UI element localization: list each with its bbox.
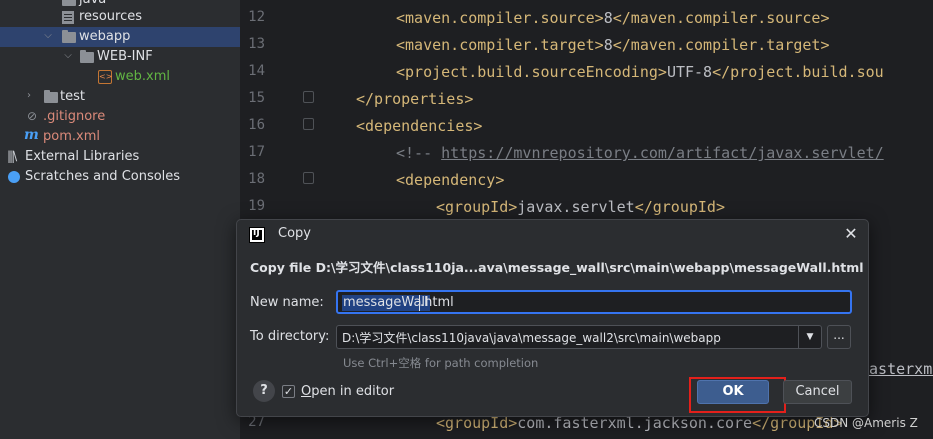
copy-dialog: IJ Copy ✕ Copy file D:\学习文件\class110ja..… <box>236 219 869 417</box>
code-token: <maven.compiler.source> <box>396 9 604 27</box>
chevron-down-icon[interactable]: ⌵ <box>61 50 75 61</box>
intellij-logo-icon: IJ <box>249 227 265 243</box>
close-icon[interactable]: ✕ <box>841 224 861 244</box>
code-token: <maven.compiler.target> <box>396 36 604 54</box>
xml-file-icon: <> <box>98 70 112 84</box>
code-fragment: fasterxml. <box>860 360 933 378</box>
tree-item-scratches[interactable]: Scratches and Consoles <box>0 167 240 187</box>
new-name-input[interactable]: messageWall .html <box>336 290 852 314</box>
folder-icon <box>80 50 94 63</box>
open-in-editor-checkbox[interactable]: ✓ <box>282 385 295 398</box>
tree-item-label: .gitignore <box>43 109 106 124</box>
code-line: <maven.compiler.target>8</maven.compiler… <box>396 36 830 54</box>
tree-item-webapp[interactable]: ⌵ webapp <box>0 27 240 47</box>
name-extension-text: .html <box>420 295 454 310</box>
tree-item-external-libraries[interactable]: |||\ External Libraries <box>0 147 240 167</box>
line-number: 18 <box>248 171 265 187</box>
code-line: <!-- https://mvnrepository.com/artifact/… <box>396 144 884 162</box>
to-directory-label: To directory: <box>250 329 330 344</box>
code-token: </maven.compiler.source> <box>612 9 830 27</box>
code-token: <groupId> <box>436 198 518 216</box>
path-completion-hint: Use Ctrl+空格 for path completion <box>343 356 539 370</box>
code-token: <project.build.sourceEncoding> <box>396 63 667 81</box>
chevron-right-icon[interactable]: › <box>22 90 36 101</box>
maven-file-icon: m <box>24 127 39 143</box>
chevron-down-icon[interactable]: ⌵ <box>41 30 55 41</box>
tree-item-label: pom.xml <box>43 129 100 144</box>
dialog-title: Copy <box>278 226 311 241</box>
code-token: UTF-8 <box>666 63 713 81</box>
code-token: <!-- <box>396 144 442 162</box>
tree-item-pom-xml[interactable]: m pom.xml <box>0 127 240 147</box>
code-token: <dependency> <box>396 171 505 189</box>
libraries-icon: |||\ <box>7 149 17 163</box>
tree-item-label: Scratches and Consoles <box>25 169 181 184</box>
help-button[interactable]: ? <box>253 380 275 402</box>
line-number: 16 <box>248 117 265 133</box>
scratches-icon <box>8 171 20 183</box>
watermark: CSDN @Ameris Z <box>814 416 918 430</box>
line-number: 19 <box>248 198 265 214</box>
to-directory-combobox[interactable]: D:\学习文件\class110java\java\message_wall2\… <box>336 325 822 349</box>
code-token: <dependencies> <box>356 117 483 135</box>
code-token: javax.servlet <box>517 198 635 216</box>
tree-item-label: webapp <box>79 29 131 44</box>
code-token: </maven.compiler.target> <box>612 36 830 54</box>
line-number: 17 <box>248 144 265 160</box>
line-number: 13 <box>248 36 265 52</box>
line-number: 14 <box>248 63 265 79</box>
tree-item-web-inf[interactable]: ⌵ WEB-INF <box>0 47 240 67</box>
folder-icon <box>62 30 76 43</box>
code-token: 8 <box>603 9 613 27</box>
fold-end-icon[interactable] <box>303 91 314 103</box>
project-tree-panel: java resources ⌵ webapp ⌵ WEB-INF <> web… <box>0 0 240 439</box>
code-line: </properties> <box>356 90 473 108</box>
code-line: <dependency> <box>396 171 504 189</box>
tree-item-test[interactable]: › test <box>0 87 240 107</box>
tree-item-label: java <box>79 0 106 7</box>
gitignore-file-icon: ⊘ <box>27 109 38 123</box>
code-line: <project.build.sourceEncoding>UTF-8</pro… <box>396 63 884 81</box>
folder-icon <box>44 90 58 103</box>
code-line: <groupId>javax.servlet</groupId> <box>436 198 725 216</box>
browse-button[interactable]: ... <box>827 325 851 349</box>
code-token: </properties> <box>356 90 474 108</box>
folder-icon <box>62 0 76 6</box>
tree-item-label: test <box>60 89 85 104</box>
tree-item-label: resources <box>79 9 143 24</box>
dialog-heading: Copy file D:\学习文件\class110ja...ava\messa… <box>250 260 864 275</box>
tree-item-label: WEB-INF <box>97 49 153 64</box>
ok-button[interactable]: OK <box>697 380 769 404</box>
code-line: <dependencies> <box>356 117 482 135</box>
fold-start-icon[interactable] <box>303 172 314 184</box>
code-token: </project.build.sou <box>712 63 884 81</box>
code-token[interactable]: https://mvnrepository.com/artifact/javax… <box>441 144 884 162</box>
tree-item-web-xml[interactable]: <> web.xml <box>0 67 240 87</box>
open-in-editor-label[interactable]: Open in editor <box>301 384 394 399</box>
line-number: 12 <box>248 9 265 25</box>
line-number: 15 <box>248 90 265 106</box>
tree-item-resources[interactable]: resources <box>0 7 240 27</box>
cancel-button[interactable]: Cancel <box>783 380 852 404</box>
to-directory-value: D:\学习文件\class110java\java\message_wall2\… <box>342 331 721 345</box>
open-in-editor-label-rest: pen in editor <box>311 384 395 399</box>
selected-text: messageWall <box>342 295 430 311</box>
code-token: </groupId> <box>634 198 725 216</box>
tree-item-label: web.xml <box>115 69 170 84</box>
new-name-label: New name: <box>250 295 324 310</box>
code-token: 8 <box>603 36 613 54</box>
tree-item-gitignore[interactable]: ⊘ .gitignore <box>0 107 240 127</box>
code-line: <maven.compiler.source>8</maven.compiler… <box>396 9 830 27</box>
tree-item-label: External Libraries <box>25 149 140 164</box>
chevron-down-icon[interactable]: ▼ <box>798 326 821 348</box>
resources-folder-icon <box>62 11 74 24</box>
fold-start-icon[interactable] <box>303 118 314 130</box>
